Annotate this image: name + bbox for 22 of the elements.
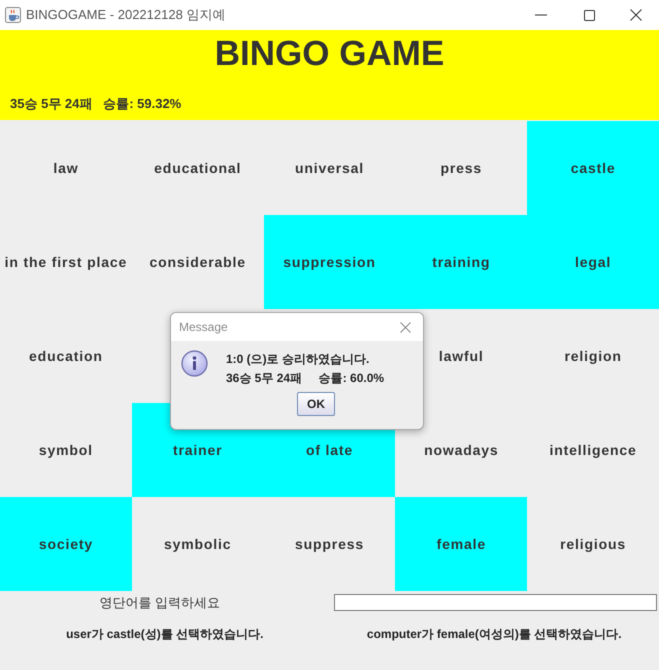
input-prompt: 영단어를 입력하세요 (99, 594, 222, 612)
computer-move-text: computer가 female(여성의)를 선택하였습니다. (366, 626, 622, 643)
word-cell: society (0, 497, 132, 591)
dialog-message: 36승 5무 24패 승률: 60.0% (226, 370, 384, 386)
word-input-field[interactable] (334, 594, 657, 611)
record-text: 35승 5무 24패 승률: 59.32% (10, 96, 182, 111)
word-cell: female (395, 497, 528, 591)
game-title: BINGO GAME (214, 34, 444, 74)
minimize-icon[interactable] (535, 14, 547, 16)
word-cell: legal (527, 215, 659, 309)
info-icon (181, 350, 208, 377)
word-cell: training (395, 215, 528, 309)
dialog-title: Message (179, 319, 228, 336)
ok-button[interactable]: OK (297, 392, 335, 416)
maximize-icon[interactable] (584, 10, 594, 20)
word-cell: castle (527, 121, 659, 215)
dialog-message: 1:0 (으)로 승리하였습니다. (226, 351, 370, 367)
word-cell: suppression (264, 215, 396, 309)
app-icon (5, 7, 21, 23)
close-icon[interactable] (630, 9, 642, 21)
window-title: BINGOGAME - 202212128 임지예 (26, 6, 226, 24)
user-move-text: user가 castle(성)를 선택하였습니다. (66, 626, 264, 643)
